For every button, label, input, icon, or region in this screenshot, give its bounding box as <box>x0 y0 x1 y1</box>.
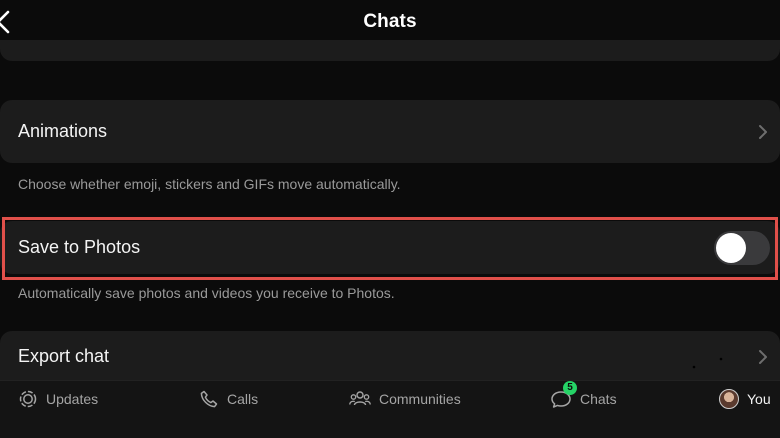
tab-you-label: You <box>747 391 771 407</box>
animations-label: Animations <box>18 121 108 141</box>
tab-calls[interactable]: Calls <box>199 389 258 409</box>
tab-chats[interactable]: 5 Chats <box>550 381 617 409</box>
bottom-tab-bar: Updates Calls Communities 5 Chats You <box>0 380 780 438</box>
header: Chats <box>0 0 780 44</box>
tab-chats-label: Chats <box>580 391 617 407</box>
export-chat-label: Export chat <box>18 346 110 366</box>
tab-updates[interactable]: Updates <box>18 389 98 409</box>
save-to-photos-description: Automatically save photos and videos you… <box>18 285 395 301</box>
toggle-knob <box>716 232 746 263</box>
export-chat-row[interactable]: Export chat <box>0 331 780 382</box>
stray-dots <box>692 357 723 369</box>
save-to-photos-row: Save to Photos <box>0 221 780 274</box>
page-title: Chats <box>363 11 417 32</box>
chevron-right-icon <box>759 349 767 364</box>
phone-icon <box>200 390 218 408</box>
save-to-photos-label: Save to Photos <box>18 237 141 257</box>
chats-settings-screen: Chats Animations Choose whether emoji, s… <box>0 0 780 438</box>
tab-updates-label: Updates <box>46 391 99 407</box>
animations-row[interactable]: Animations <box>0 100 780 163</box>
tab-you[interactable]: You <box>719 389 771 409</box>
chevron-left-icon[interactable] <box>0 8 14 36</box>
tab-communities-label: Communities <box>379 391 461 407</box>
chevron-right-icon <box>759 124 767 139</box>
updates-icon <box>19 390 37 408</box>
communities-icon <box>349 391 371 406</box>
tab-communities[interactable]: Communities <box>349 389 461 409</box>
previous-settings-card <box>0 40 780 61</box>
animations-description: Choose whether emoji, stickers and GIFs … <box>18 176 401 192</box>
save-to-photos-toggle[interactable] <box>714 230 770 265</box>
chats-icon-wrap: 5 <box>550 381 577 409</box>
chats-unread-badge: 5 <box>563 381 577 395</box>
tab-calls-label: Calls <box>227 391 259 407</box>
avatar <box>719 389 739 409</box>
